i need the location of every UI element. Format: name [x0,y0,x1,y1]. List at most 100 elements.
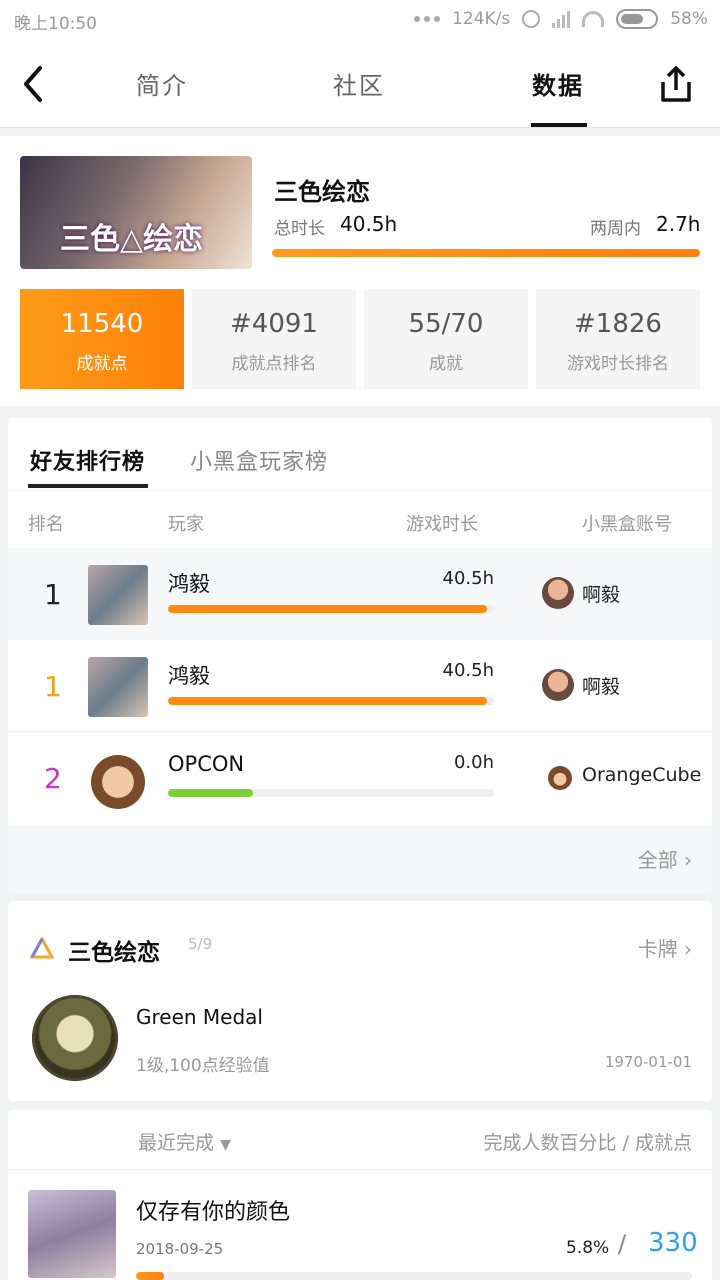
col-playtime: 游戏时长 [406,514,478,535]
cards-label: 卡牌 [637,937,678,961]
rank-number: 1 [44,578,62,611]
tab-community[interactable]: 社区 [333,66,385,101]
leaderboard-row[interactable]: 2 OPCON 0.0h OrangeCube [8,732,712,824]
player-playtime: 40.5h [442,568,495,589]
achievement-card: 三色绘恋 5/9 卡牌 › Green Medal 1级,100点经验值 197… [8,901,712,1101]
stat-achievement-points[interactable]: 11540 成就点 [20,289,184,389]
status-time: 晚上10:50 [14,14,97,34]
game-title: 三色绘恋 [274,178,370,206]
col-account: 小黑盒账号 [582,514,672,535]
status-bar: 晚上10:50 124K/s 58% [0,0,720,40]
playtime-bar [272,249,700,257]
account-name: 啊毅 [582,676,621,698]
stat-playtime-rank[interactable]: #1826 游戏时长排名 [536,289,700,389]
back-arrow-icon[interactable] [20,64,50,104]
cover-logo-text: 三色△绘恋 [60,222,204,257]
total-time-value: 40.5h [340,212,398,236]
stat-value: #1826 [574,309,662,339]
game-summary: 三色△绘恋 三色绘恋 总时长 40.5h 两周内 2.7h 11540 成就点 … [0,136,720,406]
medal-date: 1970-01-01 [604,1053,692,1071]
divider [8,490,712,491]
medal-badge-icon[interactable] [32,995,118,1081]
wifi-icon [582,11,605,27]
completion-percent: 5.8% [566,1238,610,1258]
triangle-logo-icon [30,937,54,959]
recent-achievements-card: 最近完成 ▼ 完成人数百分比 / 成就点 仅存有你的颜色 2018-09-25 … [8,1110,712,1280]
completion-bar [136,1272,692,1280]
achievement-date: 2018-09-25 [136,1240,224,1258]
share-icon[interactable] [657,64,695,104]
tab-data[interactable]: 数据 [532,66,584,101]
account-avatar [548,766,572,790]
game-cover-image[interactable]: 三色△绘恋 [20,156,252,269]
tab-friends-ranking[interactable]: 好友排行榜 [30,444,145,476]
achievement-thumbnail[interactable] [28,1190,116,1278]
player-playtime: 0.0h [453,752,494,773]
stat-points-rank[interactable]: #4091 成就点排名 [192,289,356,389]
chevron-right-icon: › [684,848,692,872]
view-all-label: 全部 [637,848,678,872]
network-speed: 124K/s [452,9,511,29]
divider [8,1169,712,1170]
player-name: 鸿毅 [168,664,210,688]
leaderboard-row[interactable]: 1 鸿毅 40.5h 啊毅 [8,548,712,640]
player-avatar [88,749,148,809]
col-rank: 排名 [28,514,64,535]
rank-number: 1 [44,670,62,703]
two-week-value: 2.7h [656,212,701,236]
leaderboard-row[interactable]: 1 鸿毅 40.5h 啊毅 [8,640,712,732]
stat-value: #4091 [230,309,318,339]
player-name: OPCON [168,752,245,776]
cards-link[interactable]: 卡牌 › [638,933,692,962]
player-avatar [88,565,148,625]
playtime-bar-fill [168,605,488,613]
account-name: OrangeCube [582,764,702,786]
battery-icon [616,9,659,29]
stat-caption: 成就点 [76,354,128,374]
playtime-bar-fill [272,249,700,257]
separator-slash: / [618,1230,627,1258]
stat-value: 11540 [60,309,144,339]
recent-right-header: 完成人数百分比 / 成就点 [483,1132,692,1154]
account-avatar [542,577,574,609]
player-avatar [88,657,148,717]
view-all-link[interactable]: 全部 › [638,844,692,873]
chevron-right-icon: › [684,937,692,961]
more-footer [8,825,712,893]
top-nav: 简介 社区 数据 [0,40,720,128]
stat-caption: 成就点排名 [231,354,317,374]
stat-caption: 游戏时长排名 [567,354,669,374]
playtime-bar-fill [168,789,253,797]
medal-name: Green Medal [136,1005,263,1029]
tab-intro[interactable]: 简介 [136,66,188,101]
achievement-count: 5/9 [188,935,213,953]
playtime-bar [168,789,494,797]
account-name: 啊毅 [582,584,621,606]
achievement-game-title: 三色绘恋 [68,940,160,966]
battery-level: 58% [670,9,708,29]
signal-icon [552,10,571,28]
medal-description: 1级,100点经验值 [136,1056,270,1076]
active-tab-indicator [28,484,148,488]
tab-heybox-ranking[interactable]: 小黑盒玩家榜 [190,444,328,476]
stat-achievements[interactable]: 55/70 成就 [364,289,528,389]
stat-caption: 成就 [429,354,463,374]
caret-down-icon: ▼ [220,1137,231,1153]
player-playtime: 40.5h [442,660,495,681]
playtime-bar [168,697,494,705]
achievement-title: 仅存有你的颜色 [136,1200,291,1225]
stat-value: 55/70 [408,309,484,339]
sort-dropdown[interactable]: 最近完成 ▼ [138,1128,231,1155]
completion-bar-fill [136,1272,164,1280]
two-week-label: 两周内 [590,219,641,239]
col-player: 玩家 [168,514,204,535]
achievement-points: 330 [648,1228,698,1258]
playtime-bar [168,605,494,613]
account-avatar [542,669,574,701]
playtime-bar-fill [168,697,488,705]
total-time-label: 总时长 [274,219,325,239]
leaderboard-card: 好友排行榜 小黑盒玩家榜 排名 玩家 游戏时长 小黑盒账号 1 鸿毅 40.5h… [8,418,712,893]
active-tab-indicator [531,123,587,127]
player-name: 鸿毅 [168,572,210,596]
sort-label: 最近完成 [138,1132,215,1154]
